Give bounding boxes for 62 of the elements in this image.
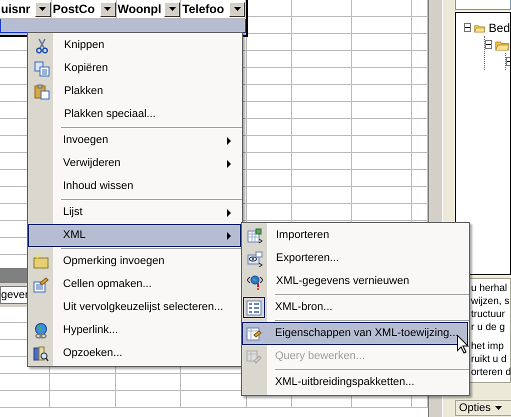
note-icon	[33, 254, 49, 270]
help-text: ruikt u d	[471, 353, 508, 366]
properties-icon	[246, 326, 262, 342]
menu-item[interactable]: Opmerking invoegen	[28, 250, 241, 273]
options-button[interactable]: Opties	[455, 400, 511, 416]
menu-item[interactable]: Plakken	[29, 80, 241, 103]
tree-label: Bed	[488, 20, 510, 36]
column-header: PostCo	[52, 3, 95, 15]
export-icon	[247, 250, 263, 266]
filter-dropdown-button[interactable]	[100, 2, 116, 16]
collapse-toggle[interactable]	[485, 40, 492, 49]
submenu-arrow-icon	[226, 136, 232, 144]
menu-item[interactable]: Kopiëren	[29, 57, 241, 80]
caret-icon	[39, 7, 46, 11]
filter-dropdown-button[interactable]	[229, 2, 245, 16]
import-icon	[247, 228, 263, 244]
research-icon	[33, 346, 49, 362]
help-text: tructuur	[471, 308, 506, 321]
menu-item[interactable]: XML	[28, 224, 241, 247]
menu-item[interactable]: XML-bron...	[242, 296, 468, 319]
caret-icon	[168, 7, 176, 11]
menu-item[interactable]: Exporteren...	[243, 247, 468, 270]
menu-item[interactable]: Knippen	[29, 34, 241, 57]
menu-item[interactable]: Cellen opmaken...	[28, 273, 241, 296]
filter-dropdown-button[interactable]	[164, 2, 180, 16]
caret-icon	[494, 406, 502, 410]
column-header: uisnr	[1, 3, 30, 15]
menu-item[interactable]: Invoegen	[28, 129, 241, 152]
menu-item[interactable]: Hyperlink...	[28, 319, 241, 342]
menu-item[interactable]: Opzoeken...	[28, 342, 241, 365]
scissors-icon	[34, 38, 50, 54]
help-text: r u de g	[471, 321, 506, 334]
menu-item[interactable]: Eigenschappen van XML-toewijzing...	[242, 322, 468, 345]
column-header: Woonpl	[118, 3, 162, 15]
help-text: wijzen, s	[471, 295, 510, 308]
menu-item[interactable]: Uit vervolgkeuzelijst selecteren...	[28, 296, 241, 319]
copy-icon	[34, 60, 50, 76]
menu-item[interactable]: Plakken speciaal...	[29, 103, 241, 126]
submenu-arrow-icon	[226, 160, 232, 168]
menu-item[interactable]: Importeren	[243, 224, 468, 247]
menu-item[interactable]: Inhoud wissen	[28, 175, 241, 198]
caret-icon	[234, 7, 240, 11]
menu-item[interactable]: XML-gegevens vernieuwen	[243, 270, 468, 293]
menu-item[interactable]: Verwijderen	[28, 152, 241, 175]
clipboard-icon	[34, 84, 50, 100]
filter-dropdown-button[interactable]	[34, 2, 51, 16]
column-header: Telefoo	[182, 3, 224, 15]
collapse-toggle[interactable]	[464, 23, 471, 32]
help-text: orteren d	[471, 366, 510, 379]
globe-link-icon	[33, 322, 49, 338]
help-text: u herhal	[471, 282, 508, 295]
query-icon	[246, 348, 262, 364]
menu-item[interactable]: Lijst	[28, 201, 241, 224]
globe-alert-icon	[247, 274, 263, 290]
format-icon	[33, 276, 49, 292]
help-text: het imp	[471, 340, 505, 353]
caret-icon	[104, 7, 112, 11]
menu-item[interactable]: XML-uitbreidingspakketten...	[242, 371, 468, 394]
xml-tree-icon	[246, 300, 262, 316]
submenu-arrow-icon	[226, 208, 232, 216]
scrollbar-background	[0, 268, 30, 283]
submenu-arrow-icon	[226, 232, 232, 240]
